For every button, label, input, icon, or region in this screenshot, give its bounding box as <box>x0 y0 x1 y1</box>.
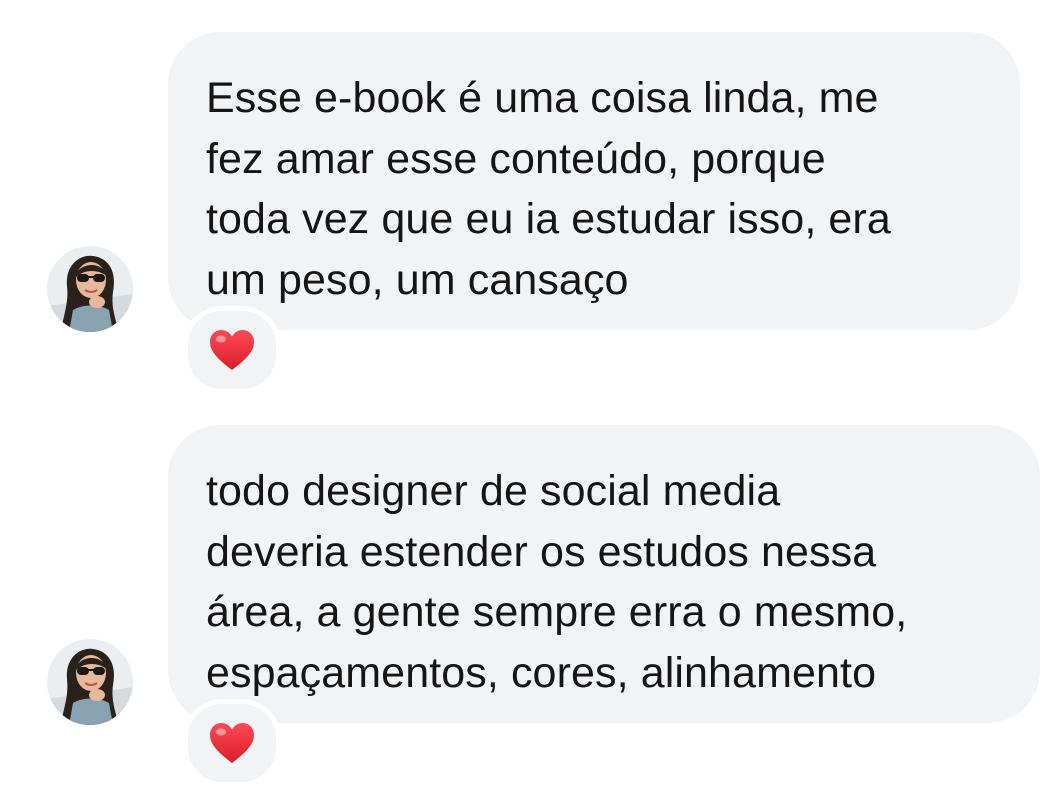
heart-reaction[interactable] <box>183 306 281 394</box>
user-avatar-icon <box>47 246 133 332</box>
heart-icon <box>210 723 254 763</box>
message-row: Esse e-book é uma coisa linda, me fez am… <box>0 32 1063 394</box>
message-thread: Esse e-book é uma coisa linda, me fez am… <box>0 0 1063 792</box>
sender-avatar[interactable] <box>47 246 133 332</box>
heart-reaction[interactable] <box>183 699 281 787</box>
message-text: todo designer de social media deveria es… <box>206 467 908 697</box>
sender-avatar[interactable] <box>47 639 133 725</box>
message-text: Esse e-book é uma coisa linda, me fez am… <box>206 74 891 304</box>
message-bubble[interactable]: todo designer de social media deveria es… <box>168 425 1040 723</box>
heart-icon <box>210 330 254 370</box>
message-row: todo designer de social media deveria es… <box>0 425 1063 787</box>
message-bubble[interactable]: Esse e-book é uma coisa linda, me fez am… <box>168 32 1020 330</box>
user-avatar-icon <box>47 639 133 725</box>
